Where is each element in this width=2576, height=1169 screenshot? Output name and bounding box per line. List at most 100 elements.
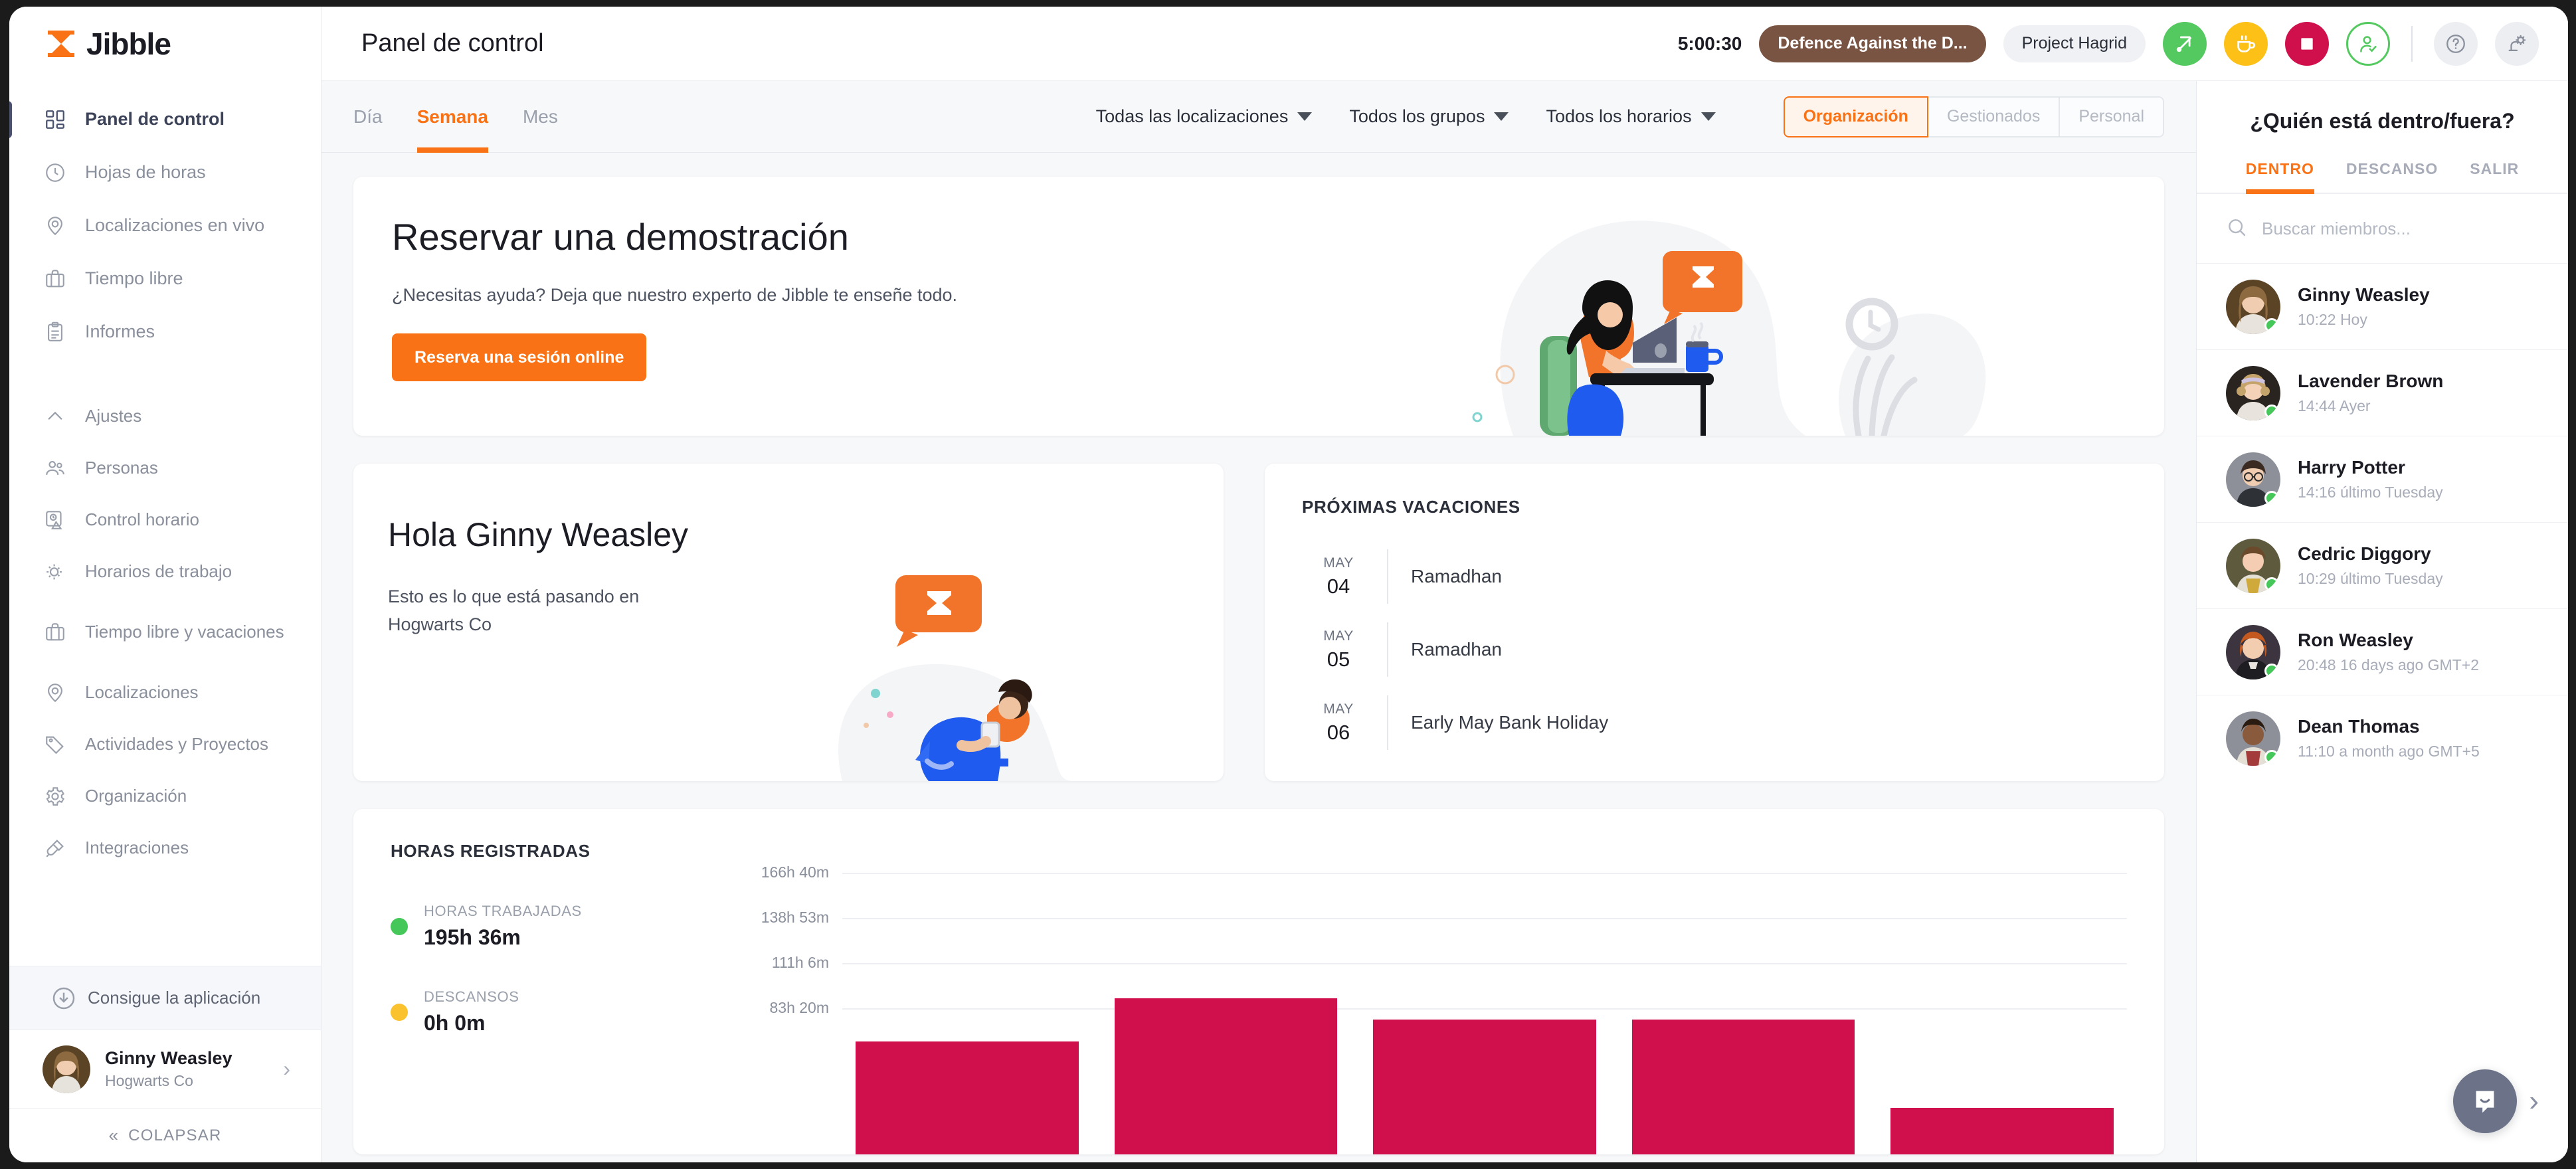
tab-salir[interactable]: SALIR [2470, 160, 2519, 193]
sidebar-item-personas[interactable]: Personas [9, 442, 321, 494]
sidebar-item-label: Hojas de horas [85, 162, 206, 183]
filter-grupos[interactable]: Todos los grupos [1349, 106, 1509, 127]
filter-label: Todas las localizaciones [1095, 106, 1289, 126]
app-window: Jibble Panel de control Hojas de horas L… [9, 7, 2568, 1162]
setup-button[interactable] [2495, 21, 2539, 66]
sidebar-item-hojas-de-horas[interactable]: Hojas de horas [9, 146, 321, 199]
jibble-in-button[interactable] [2163, 21, 2207, 66]
scope-gestionados[interactable]: Gestionados [1928, 96, 2061, 137]
status-dot [2264, 317, 2279, 333]
filter-localizaciones[interactable]: Todas las localizaciones [1096, 106, 1313, 127]
search-placeholder: Buscar miembros... [2262, 218, 2411, 238]
sidebar-item-tiempo-libre[interactable]: Tiempo libre [9, 252, 321, 306]
sidebar-item-control-horario[interactable]: Control horario [9, 494, 321, 546]
member-meta: Dean Thomas 11:10 a month ago GMT+5 [2298, 716, 2480, 761]
list-item[interactable]: Ginny Weasley 10:22 Hoy [2197, 263, 2568, 349]
book-session-button[interactable]: Reserva una sesión online [392, 333, 647, 381]
chevron-right-icon[interactable]: › [2529, 1085, 2539, 1118]
break-button[interactable] [2224, 21, 2268, 66]
sidebar-item-label: Integraciones [85, 838, 189, 858]
timer-display: 5:00:30 [1677, 33, 1742, 54]
filters: Todas las localizaciones Todos los grupo… [1096, 96, 2164, 137]
member-meta: Lavender Brown 14:44 Ayer [2298, 371, 2443, 415]
brand-logo[interactable]: Jibble [9, 7, 321, 81]
tab-semana[interactable]: Semana [416, 81, 489, 153]
list-item[interactable]: Ron Weasley 20:48 16 days ago GMT+2 [2197, 608, 2568, 695]
member-time: 14:44 Ayer [2298, 397, 2371, 414]
sidebar-item-label: Organización [85, 786, 187, 806]
demo-illustration [1168, 177, 2164, 436]
member-name: Dean Thomas [2298, 716, 2420, 737]
sidebar-item-horarios-de-trabajo[interactable]: Horarios de trabajo [9, 546, 321, 598]
sidebar-item-tiempo-libre-y-vacaciones[interactable]: Tiempo libre y vacaciones [9, 598, 321, 667]
help-button[interactable] [2434, 21, 2478, 66]
collapse-button[interactable]: « COLAPSAR [9, 1108, 321, 1162]
sidebar: Jibble Panel de control Hojas de horas L… [9, 7, 322, 1162]
plug-icon [44, 837, 74, 859]
y-axis-tick: 111h 6m [771, 954, 829, 971]
greeting-illustration [763, 562, 1224, 781]
tab-descanso[interactable]: DESCANSO [2346, 160, 2438, 193]
dashboard-scroll-area[interactable]: Reservar una demostración ¿Necesitas ayu… [322, 153, 2196, 1162]
holiday-day: 05 [1327, 647, 1350, 671]
collapse-label: COLAPSAR [128, 1126, 222, 1144]
list-item: MAY 06 Early May Bank Holiday [1302, 686, 2127, 759]
floating-widgets: › [2453, 1069, 2539, 1133]
sidebar-item-actividades-y-proyectos[interactable]: Actividades y Proyectos [9, 719, 321, 770]
list-item[interactable]: Dean Thomas 11:10 a month ago GMT+5 [2197, 695, 2568, 781]
sidebar-item-localizaciones[interactable]: Localizaciones [9, 667, 321, 719]
list-item[interactable]: Harry Potter 14:16 último Tuesday [2197, 436, 2568, 522]
list-item[interactable]: Lavender Brown 14:44 Ayer [2197, 349, 2568, 436]
bar[interactable] [1890, 1108, 2114, 1154]
topbar-actions: 5:00:30 Defence Against the D... Project… [1677, 21, 2539, 66]
holiday-date: MAY 05 [1302, 628, 1375, 672]
jibble-out-button[interactable] [2346, 21, 2390, 66]
member-name: Cedric Diggory [2298, 543, 2431, 564]
book-demo-text: Reservar una demostración ¿Necesitas ayu… [353, 177, 1204, 436]
sidebar-item-label: Tiempo libre [85, 268, 183, 289]
download-icon [50, 985, 77, 1012]
chat-launcher-button[interactable] [2453, 1069, 2518, 1133]
sidebar-item-ajustes[interactable]: Ajustes [9, 391, 321, 442]
list-item[interactable]: Cedric Diggory 10:29 último Tuesday [2197, 522, 2568, 608]
tab-dentro[interactable]: DENTRO [2245, 160, 2315, 194]
legend-label: HORAS TRABAJADAS [424, 903, 582, 919]
pin-icon [44, 681, 74, 704]
scope-organizacion[interactable]: Organización [1783, 96, 1928, 137]
sidebar-item-localizaciones-en-vivo[interactable]: Localizaciones en vivo [9, 199, 321, 252]
avatar [2226, 624, 2280, 679]
chevron-down-icon [1494, 112, 1509, 121]
user-name: Ginny Weasley [105, 1048, 232, 1068]
scope-personal[interactable]: Personal [2060, 96, 2164, 137]
sidebar-item-label: Horarios de trabajo [85, 561, 232, 582]
member-search[interactable]: Buscar miembros... [2197, 194, 2568, 263]
tab-mes[interactable]: Mes [523, 81, 558, 153]
current-activity-pill[interactable]: Defence Against the D... [1759, 25, 1986, 62]
brand-name: Jibble [86, 27, 171, 61]
sidebar-footer: Consigue la aplicación Ginny Weasley Hog… [9, 966, 321, 1162]
sidebar-item-integraciones[interactable]: Integraciones [9, 822, 321, 874]
status-dot [2264, 749, 2279, 764]
content-wrap: Día Semana Mes Todas las localizaciones … [322, 81, 2568, 1162]
list-item: MAY 04 Ramadhan [1302, 540, 2127, 613]
bars-container [856, 854, 2114, 1154]
member-meta: Ron Weasley 20:48 16 days ago GMT+2 [2298, 630, 2479, 674]
logged-hours-card: HORAS REGISTRADAS HORAS TRABAJADAS 195h … [353, 809, 2164, 1154]
get-app-button[interactable]: Consigue la aplicación [9, 966, 321, 1030]
bar[interactable] [1373, 1020, 1596, 1154]
bar[interactable] [1114, 998, 1338, 1154]
bar[interactable] [1631, 1020, 1855, 1154]
avatar [2226, 452, 2280, 507]
sidebar-item-informes[interactable]: Informes [9, 306, 321, 359]
member-name: Ron Weasley [2298, 630, 2413, 650]
sidebar-item-panel-de-control[interactable]: Panel de control [9, 93, 321, 146]
stop-button[interactable] [2285, 21, 2329, 66]
sidebar-user-card[interactable]: Ginny Weasley Hogwarts Co › [9, 1030, 321, 1108]
time-control-icon [44, 509, 74, 531]
filter-horarios[interactable]: Todos los horarios [1546, 106, 1716, 127]
holiday-month: MAY [1323, 701, 1354, 717]
current-project-pill[interactable]: Project Hagrid [2003, 25, 2146, 62]
tab-dia[interactable]: Día [353, 81, 383, 153]
sidebar-item-organizacion[interactable]: Organización [9, 770, 321, 822]
bar[interactable] [856, 1041, 1079, 1154]
